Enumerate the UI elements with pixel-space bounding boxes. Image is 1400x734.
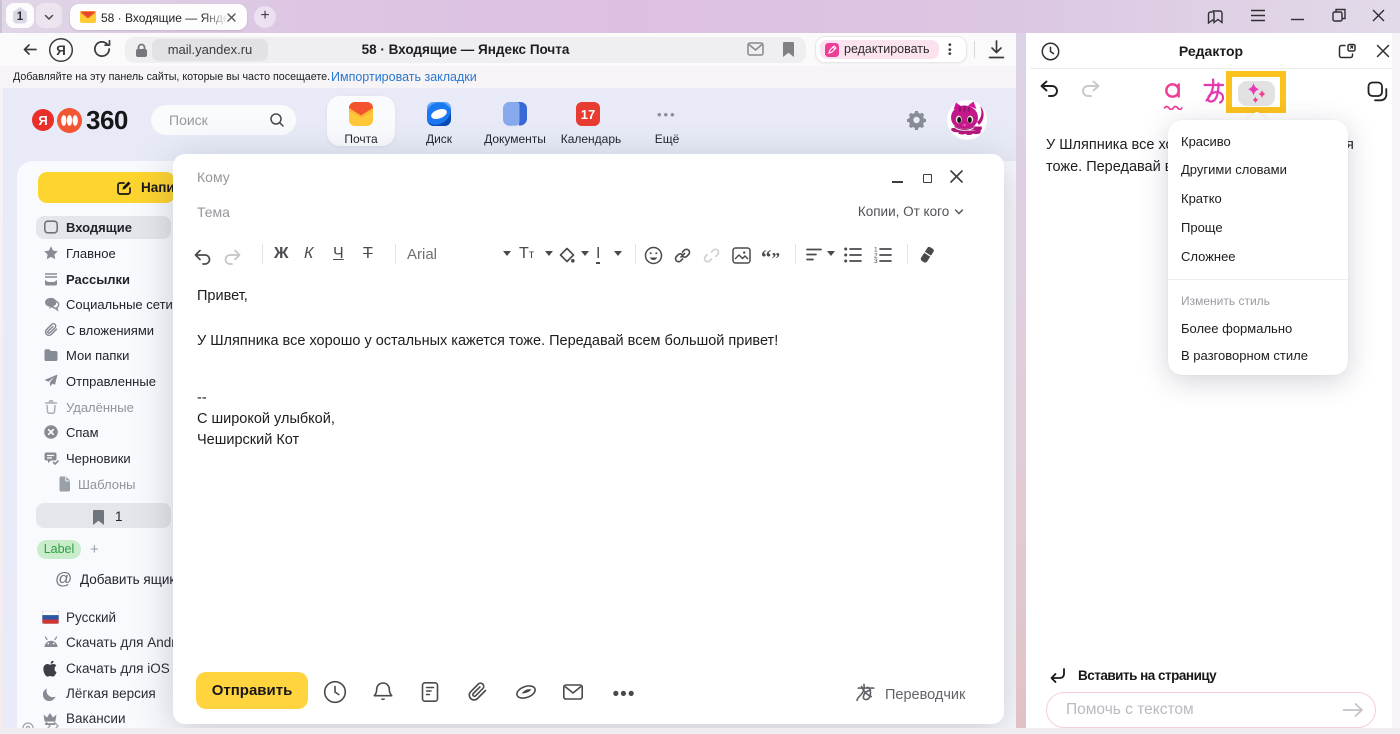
svg-text:3: 3 bbox=[874, 258, 878, 263]
svg-text:1: 1 bbox=[17, 11, 24, 23]
svg-text:Я: Я bbox=[56, 43, 66, 58]
svg-text:Я: Я bbox=[38, 113, 47, 128]
svg-text:17: 17 bbox=[581, 107, 595, 122]
